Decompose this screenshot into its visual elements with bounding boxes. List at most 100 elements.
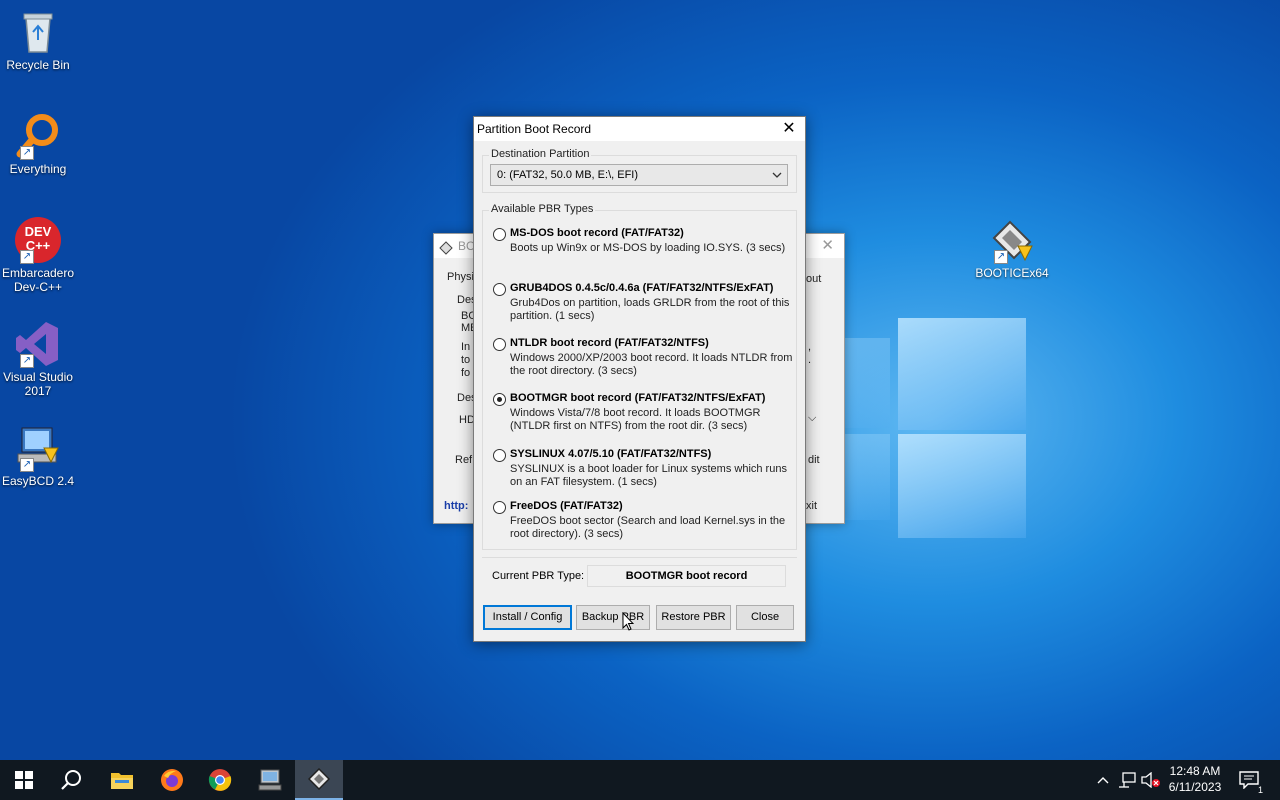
close-button[interactable]: Close [736, 605, 794, 630]
notification-count-badge: 1 [1257, 785, 1263, 795]
tab-physical[interactable]: Physi [447, 271, 474, 283]
desktop-icon-label: EasyBCD 2.4 [1, 474, 75, 488]
taskbar-clock[interactable]: 12:48 AM 6/11/2023 [1162, 763, 1228, 795]
desktop-icon-visual-studio[interactable]: ↗ Visual Studio 2017 [0, 320, 76, 398]
desc-fragment: to [461, 354, 471, 366]
radio-button[interactable] [493, 501, 506, 514]
easybcd-icon: ↗ [14, 424, 62, 472]
tray-notifications[interactable]: 1 [1234, 760, 1264, 800]
desc-fragment: fo [461, 367, 471, 379]
tray-network[interactable] [1115, 760, 1139, 800]
desktop-icon-devcpp[interactable]: DEV C++ ↗ Embarcadero Dev-C++ [0, 216, 76, 294]
taskbar: 1 [0, 760, 1280, 800]
backup-pbr-button[interactable]: Backup PBR [576, 605, 650, 630]
desktop-icon-label: Recycle Bin [6, 58, 70, 72]
pbr-option-bootmgr[interactable]: BOOTMGR boot record (FAT/FAT32/NTFS/ExFA… [493, 392, 793, 436]
pbr-option-desc: SYSLINUX is a boot loader for Linux syst… [510, 463, 787, 488]
bootice-taskbar-icon [308, 768, 330, 790]
destination-partition-select[interactable]: 0: (FAT32, 50.0 MB, E:\, EFI) [490, 164, 788, 186]
pbr-option-syslinux[interactable]: SYSLINUX 4.07/5.10 (FAT/FAT32/NTFS) SYSL… [493, 448, 793, 492]
desc-fragment: . [808, 354, 812, 366]
close-icon[interactable]: ✕ [773, 117, 805, 141]
edit-button[interactable]: dit [808, 454, 820, 466]
search-button[interactable] [48, 760, 96, 800]
dialog-title: Partition Boot Record [477, 122, 592, 136]
current-pbr-value: BOOTMGR boot record [587, 565, 786, 587]
desc-fragment: In [461, 341, 471, 353]
pbr-types-label: Available PBR Types [489, 203, 596, 215]
desktop-icon-label: Visual Studio 2017 [3, 370, 73, 398]
pbr-option-name: NTLDR boot record (FAT/FAT32/NTFS) [510, 337, 709, 349]
dest-select-chevron-icon[interactable]: ⌵ [808, 412, 816, 425]
taskbar-bootice[interactable] [295, 760, 343, 800]
radio-button[interactable] [493, 228, 506, 241]
devcpp-icon: DEV C++ ↗ [14, 216, 62, 264]
desktop-icon-easybcd[interactable]: ↗ EasyBCD 2.4 [0, 424, 76, 488]
volume-muted-icon [1141, 772, 1160, 788]
recycle-bin-icon [14, 8, 62, 56]
magnifier-icon: ↗ [14, 112, 62, 160]
shortcut-arrow-icon: ↗ [20, 250, 34, 264]
destination-partition-label: Destination Partition [489, 148, 592, 160]
pbr-option-name: MS-DOS boot record (FAT/FAT32) [510, 227, 684, 239]
radio-button[interactable] [493, 338, 506, 351]
homepage-link[interactable]: http: [444, 500, 468, 512]
desktop-icon-recycle-bin[interactable]: Recycle Bin [0, 8, 76, 72]
visual-studio-icon: ↗ [14, 320, 62, 368]
restore-pbr-button[interactable]: Restore PBR [656, 605, 731, 630]
chevron-down-icon [772, 165, 782, 193]
windows-logo-wallpaper [838, 310, 1028, 540]
install-config-button[interactable]: Install / Config [483, 605, 572, 630]
pbr-option-desc: FreeDOS boot sector (Search and load Ker… [510, 515, 786, 540]
easybcd-taskbar-icon [258, 769, 282, 791]
shortcut-arrow-icon: ↗ [20, 458, 34, 472]
pbr-option-desc: Grub4Dos on partition, loads GRLDR from … [510, 297, 790, 322]
pbr-option-desc: Boots up Win9x or MS-DOS by loading IO.S… [510, 242, 786, 254]
desktop-icon-label: Embarcadero Dev-C++ [1, 266, 75, 294]
refresh-button[interactable]: Ref [455, 454, 472, 466]
shortcut-arrow-icon: ↗ [20, 354, 34, 368]
pbr-option-ntldr[interactable]: NTLDR boot record (FAT/FAT32/NTFS) Windo… [493, 337, 793, 381]
shortcut-arrow-icon: ↗ [20, 146, 34, 160]
pbr-option-name: SYSLINUX 4.07/5.10 (FAT/FAT32/NTFS) [510, 448, 712, 460]
pbr-option-name: BOOTMGR boot record (FAT/FAT32/NTFS/ExFA… [510, 392, 766, 404]
mouse-cursor-icon [622, 611, 635, 632]
network-icon [1119, 772, 1136, 788]
exit-button[interactable]: xit [806, 500, 817, 512]
tab-about[interactable]: out [806, 273, 821, 285]
dialog-title-bar: Partition Boot Record ✕ [474, 117, 805, 141]
radio-button[interactable] [493, 449, 506, 462]
tray-volume[interactable] [1139, 760, 1163, 800]
clock-date: 6/11/2023 [1168, 780, 1222, 794]
pbr-option-desc: Windows 2000/XP/2003 boot record. It loa… [510, 352, 793, 377]
chrome-icon [208, 769, 232, 791]
bootice-small-icon [439, 239, 453, 255]
current-pbr-label: Current PBR Type: [492, 570, 585, 582]
desktop-icon-label: Everything [9, 162, 67, 176]
taskbar-chrome[interactable] [196, 760, 244, 800]
pbr-option-msdos[interactable]: MS-DOS boot record (FAT/FAT32) Boots up … [493, 227, 793, 267]
pbr-option-grub4dos[interactable]: GRUB4DOS 0.4.5c/0.4.6a (FAT/FAT32/NTFS/E… [493, 282, 793, 326]
desktop-icon-booticex64[interactable]: ↗ BOOTICEx64 [974, 216, 1050, 280]
desktop-icon-everything[interactable]: ↗ Everything [0, 112, 76, 176]
tray-overflow-chevron[interactable] [1092, 760, 1114, 800]
taskbar-easybcd[interactable] [246, 760, 294, 800]
radio-button[interactable] [493, 283, 506, 296]
search-icon [61, 770, 81, 790]
chevron-up-icon [1097, 777, 1109, 784]
desktop-icon-label: BOOTICEx64 [975, 266, 1049, 280]
taskbar-firefox[interactable] [148, 760, 196, 800]
clock-time: 12:48 AM [1169, 764, 1221, 778]
taskbar-file-explorer[interactable] [98, 760, 146, 800]
bootice-close-icon[interactable]: ✕ [821, 234, 834, 258]
pbr-option-name: GRUB4DOS 0.4.5c/0.4.6a (FAT/FAT32/NTFS/E… [510, 282, 774, 294]
shortcut-arrow-icon: ↗ [994, 250, 1008, 264]
start-button[interactable] [0, 760, 48, 800]
firefox-icon [161, 769, 183, 791]
notification-icon [1239, 771, 1259, 789]
pbr-option-desc: Windows Vista/7/8 boot record. It loads … [510, 407, 761, 432]
file-explorer-icon [111, 773, 133, 789]
pbr-option-freedos[interactable]: FreeDOS (FAT/FAT32) FreeDOS boot sector … [493, 500, 793, 544]
radio-button-selected[interactable] [493, 393, 506, 406]
pbr-option-name: FreeDOS (FAT/FAT32) [510, 500, 623, 512]
